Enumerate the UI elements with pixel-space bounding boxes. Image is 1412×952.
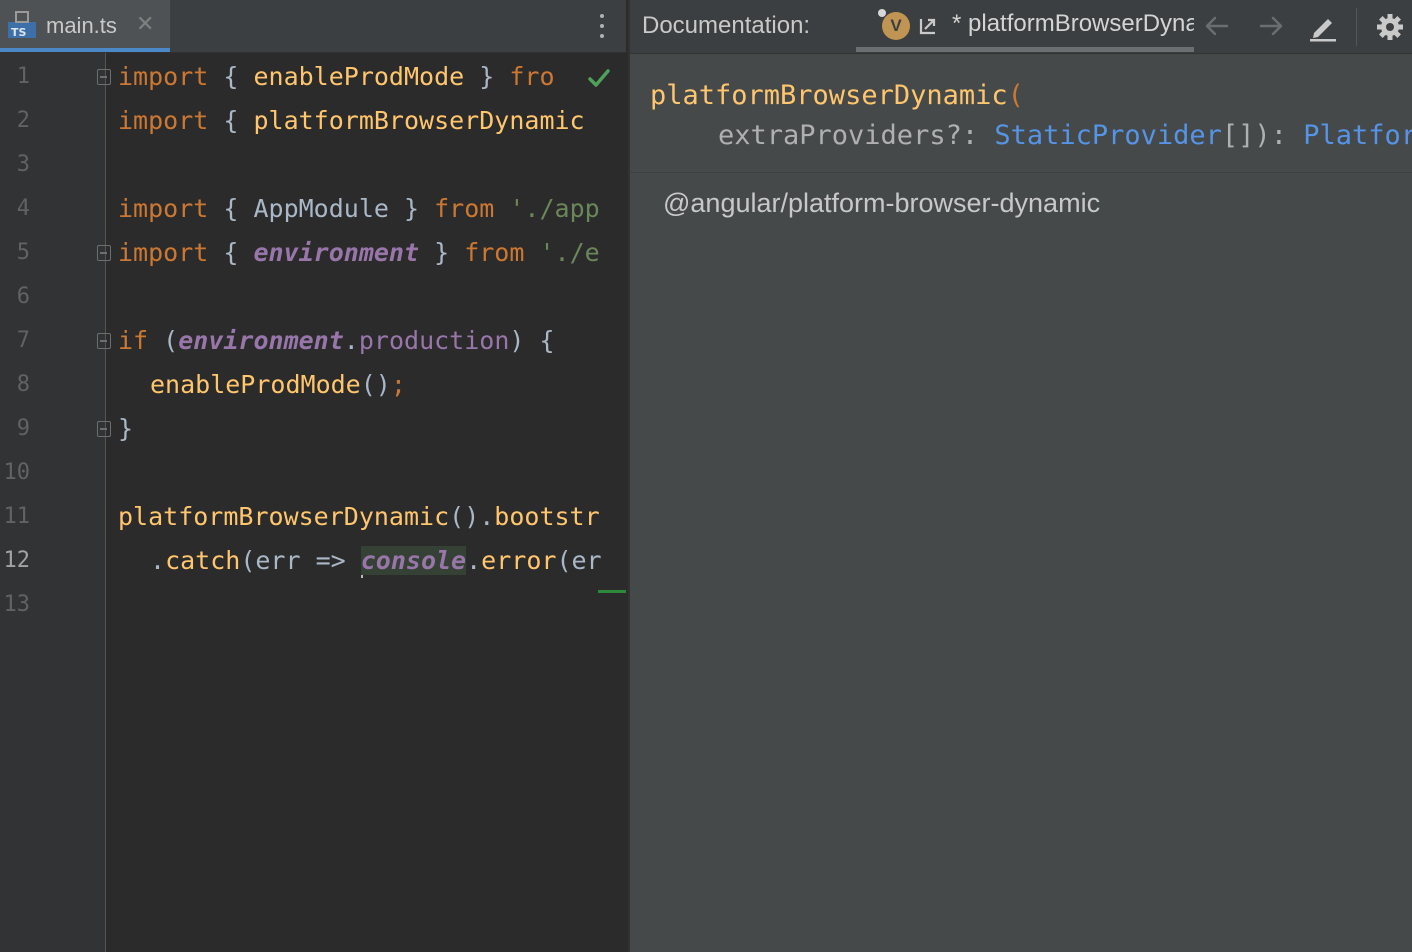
line-number: 1: [16, 64, 30, 89]
type-link[interactable]: StaticProvider: [994, 120, 1222, 151]
line-number: 4: [16, 196, 30, 221]
doc-tab-indicator: [856, 47, 1194, 52]
code-area[interactable]: import { enableProdMode } fro import { p…: [106, 53, 626, 952]
function-badge-icon: V: [882, 12, 910, 40]
external-link-icon[interactable]: [918, 16, 938, 36]
line-number: 11: [3, 504, 31, 529]
line-number-gutter: 1 2 3 4 5 6 7 8 9 10 11 12 13: [0, 53, 106, 952]
code-line-12: .catch(err => console.error(er: [150, 539, 626, 583]
line-number: 10: [3, 460, 31, 485]
documentation-panel: Documentation: V * platformBrowserDynami…: [628, 0, 1412, 952]
line-number: 2: [16, 108, 30, 133]
line-number: 13: [3, 592, 31, 617]
line-number: 6: [16, 284, 30, 309]
code-line-4: import { AppModule } from './app: [118, 194, 600, 223]
active-tab-indicator: [0, 48, 170, 52]
code-line-7: if (environment.production) {: [118, 326, 555, 355]
more-options-icon[interactable]: [590, 10, 614, 42]
badge-dot: [878, 9, 886, 17]
line-number: 7: [16, 328, 30, 353]
tab-main-ts[interactable]: TS main.ts ✕: [0, 0, 170, 52]
line-number: 9: [16, 416, 30, 441]
svg-text:TS: TS: [11, 26, 27, 39]
tab-title: main.ts: [46, 13, 117, 38]
line-number-current: 12: [3, 548, 31, 573]
typescript-file-icon: TS: [8, 11, 36, 39]
line-number: 5: [16, 240, 30, 265]
toolbar-separator: [1356, 8, 1357, 46]
edit-icon[interactable]: [1308, 12, 1338, 42]
doc-tab-title[interactable]: * platformBrowserDynamic: [952, 10, 1194, 38]
highlighted-symbol: console: [360, 546, 467, 575]
documentation-title: Documentation:: [642, 12, 811, 39]
code-line-11: platformBrowserDynamic().bootstr: [118, 502, 600, 531]
gear-icon[interactable]: [1375, 12, 1405, 42]
code-line-1: import { enableProdMode } fro: [118, 62, 555, 91]
signature-params: extraProviders?: StaticProvider[]): Plat…: [718, 120, 1412, 151]
module-name: @angular/platform-browser-dynamic: [663, 188, 1101, 218]
line-number: 8: [16, 372, 30, 397]
signature-line: platformBrowserDynamic(: [650, 80, 1024, 111]
documentation-toolbar: Documentation: V * platformBrowserDynami…: [630, 0, 1412, 54]
close-tab-icon[interactable]: ✕: [136, 11, 154, 37]
forward-arrow-icon[interactable]: [1258, 14, 1284, 38]
code-editor[interactable]: TS main.ts ✕ 1 2 3 4 5 6 7 8 9 10 11 12 …: [0, 0, 626, 952]
editor-tab-bar: TS main.ts ✕: [0, 0, 626, 53]
code-line-8: enableProdMode();: [150, 370, 406, 399]
line-number: 3: [16, 152, 30, 177]
signature-section: platformBrowserDynamic( extraProviders?:…: [630, 54, 1412, 173]
code-line-2: import { platformBrowserDynamic: [118, 106, 585, 135]
back-arrow-icon[interactable]: [1204, 14, 1230, 38]
code-line-5: import { environment } from './e: [118, 238, 600, 267]
code-line-9: }: [118, 414, 134, 443]
return-type-link[interactable]: PlatformRef: [1303, 120, 1412, 151]
scrollbar-marker[interactable]: [598, 590, 626, 593]
no-problems-check-icon[interactable]: [588, 68, 610, 88]
